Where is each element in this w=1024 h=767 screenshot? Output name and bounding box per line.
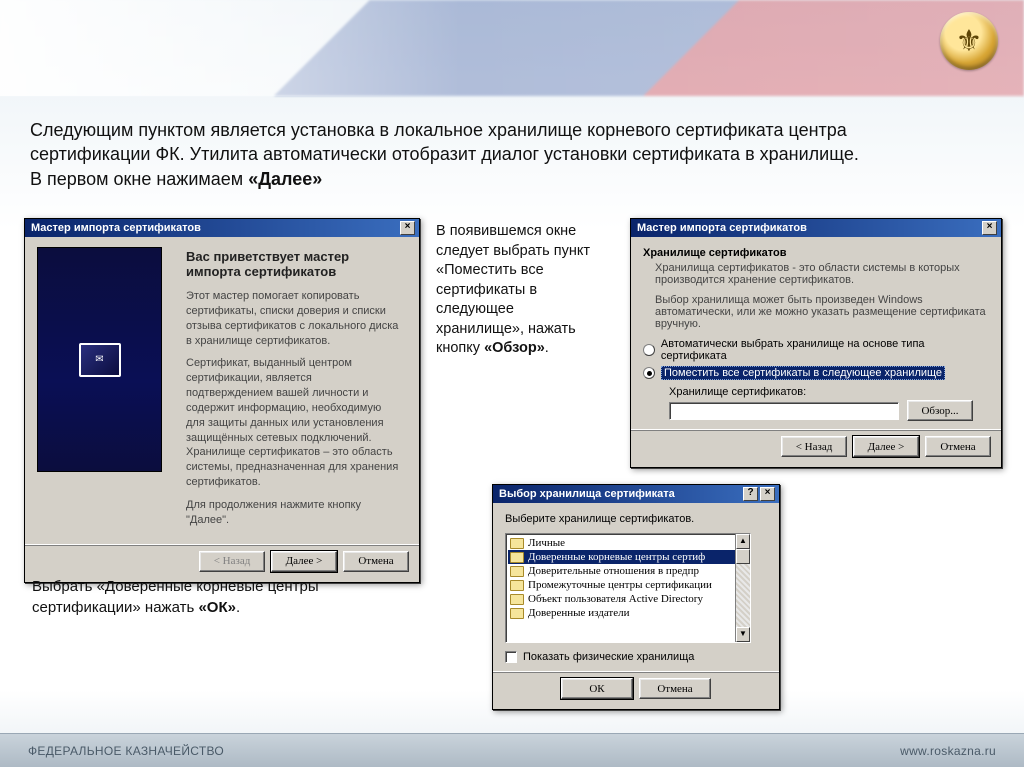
footer: ФЕДЕРАЛЬНОЕ КАЗНАЧЕЙСТВО www.roskazna.ru: [0, 733, 1024, 767]
folder-icon: [510, 538, 524, 549]
back-button[interactable]: < Назад: [199, 551, 265, 572]
tree-item-label: Доверенные корневые центры сертиф: [528, 551, 705, 563]
footer-right: www.roskazna.ru: [900, 744, 996, 758]
middle-note-text: В появившемся окне следует выбрать пункт…: [436, 223, 590, 356]
cancel-button[interactable]: Отмена: [925, 436, 991, 457]
folder-icon: [510, 566, 524, 577]
wizard2-title: Мастер импорта сертификатов: [637, 219, 807, 237]
ok-button[interactable]: ОК: [561, 678, 633, 699]
scroll-up-icon[interactable]: ▲: [736, 534, 750, 549]
tree-item-label: Промежуточные центры сертификации: [528, 579, 712, 591]
left-note-bold: «ОК»: [198, 599, 236, 616]
dlg3-title: Выбор хранилища сертификата: [499, 485, 675, 503]
certificate-icon: ✉: [79, 343, 121, 377]
tree-item[interactable]: Доверительные отношения в предпр: [508, 564, 748, 578]
tree-item[interactable]: Личные: [508, 536, 748, 550]
wizard-sidebar-graphic: ✉: [37, 247, 162, 472]
scroll-thumb[interactable]: [736, 549, 750, 564]
radio-place-label: Поместить все сертификаты в следующее хр…: [661, 366, 945, 380]
browse-button[interactable]: Обзор...: [907, 400, 973, 421]
wizard-welcome-dialog: Мастер импорта сертификатов × ✉ Вас прив…: [24, 218, 420, 583]
wizard1-para1: Этот мастер помогает копировать сертифик…: [186, 289, 401, 348]
tree-item-label: Личные: [528, 537, 565, 549]
wizard1-para3: Для продолжения нажмите кнопку "Далее".: [186, 498, 401, 528]
back-button[interactable]: < Назад: [781, 436, 847, 457]
wizard1-title: Мастер импорта сертификатов: [31, 219, 201, 237]
radio-auto-label: Автоматически выбрать хранилище на основ…: [661, 338, 989, 362]
cancel-button[interactable]: Отмена: [639, 678, 711, 699]
tree-item[interactable]: Объект пользователя Active Directory: [508, 592, 748, 606]
folder-icon: [510, 580, 524, 591]
radio-icon: [643, 367, 655, 379]
headline-text: Следующим пунктом является установка в л…: [30, 120, 859, 189]
footer-left: ФЕДЕРАЛЬНОЕ КАЗНАЧЕЙСТВО: [28, 744, 224, 758]
help-icon[interactable]: ?: [743, 487, 758, 501]
headline: Следующим пунктом является установка в л…: [30, 118, 870, 191]
tree-item[interactable]: Доверенные корневые центры сертиф: [508, 550, 748, 564]
cancel-button[interactable]: Отмена: [343, 551, 409, 572]
tree-item[interactable]: Доверенные издатели: [508, 606, 748, 620]
close-icon[interactable]: ×: [982, 221, 997, 235]
select-store-dialog: Выбор хранилища сертификата ? × Выберите…: [492, 484, 780, 710]
folder-icon: [510, 608, 524, 619]
show-physical-checkbox[interactable]: [505, 651, 517, 663]
store-tree[interactable]: Личные Доверенные корневые центры сертиф Д…: [505, 533, 751, 643]
wizard1-heading: Вас приветствует мастер импорта сертифик…: [186, 249, 401, 279]
store-field-label: Хранилище сертификатов:: [669, 386, 989, 398]
close-icon[interactable]: ×: [760, 487, 775, 501]
tree-item[interactable]: Промежуточные центры сертификации: [508, 578, 748, 592]
tree-item-label: Доверительные отношения в предпр: [528, 565, 699, 577]
scroll-down-icon[interactable]: ▼: [736, 627, 750, 642]
next-button[interactable]: Далее >: [271, 551, 337, 572]
radio-auto[interactable]: Автоматически выбрать хранилище на основ…: [643, 338, 989, 362]
tree-item-label: Объект пользователя Active Directory: [528, 593, 703, 605]
wizard-store-dialog: Мастер импорта сертификатов × Хранилище …: [630, 218, 1002, 468]
show-physical-label: Показать физические хранилища: [523, 651, 694, 663]
middle-note-dot: .: [545, 340, 549, 356]
dlg3-prompt: Выберите хранилище сертификатов.: [505, 513, 767, 525]
next-button[interactable]: Далее >: [853, 436, 919, 457]
radio-icon: [643, 344, 655, 356]
left-note-text: Выбрать «Доверенные корневые центры серт…: [32, 578, 319, 616]
headline-bold: «Далее»: [248, 169, 322, 189]
close-icon[interactable]: ×: [400, 221, 415, 235]
middle-note-bold: «Обзор»: [484, 340, 545, 356]
wizard2-group-title: Хранилище сертификатов: [643, 247, 989, 259]
left-note-dot: .: [236, 599, 240, 616]
tree-item-label: Доверенные издатели: [528, 607, 630, 619]
left-note: Выбрать «Доверенные корневые центры серт…: [32, 576, 392, 618]
radio-place[interactable]: Поместить все сертификаты в следующее хр…: [643, 366, 989, 380]
folder-icon: [510, 594, 524, 605]
folder-icon: [510, 552, 524, 563]
scroll-track[interactable]: [736, 564, 750, 627]
middle-note: В появившемся окне следует выбрать пункт…: [436, 222, 596, 359]
wizard2-desc: Хранилища сертификатов - это области сис…: [655, 262, 989, 286]
store-path-input[interactable]: [669, 402, 899, 420]
wizard2-hint: Выбор хранилища может быть произведен Wi…: [655, 294, 989, 330]
wizard1-para2: Сертификат, выданный центром сертификаци…: [186, 356, 401, 490]
